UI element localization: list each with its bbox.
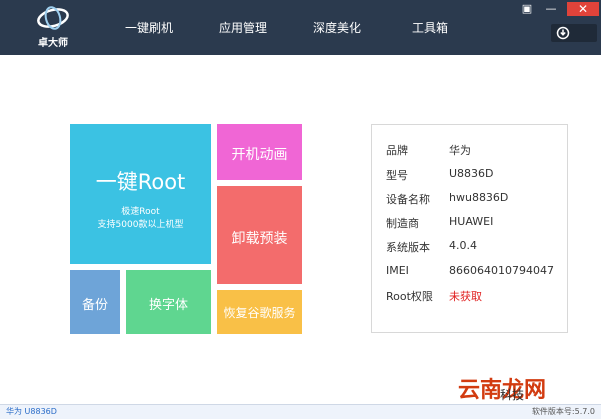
boot-animation-tile[interactable]: 开机动画 [217,124,302,180]
menu-icon[interactable]: ▣ [519,2,535,16]
one-click-root-tile[interactable]: 一键Root 极速Root 支持5000款以上机型 [70,124,211,264]
device-info-panel: 品牌 华为 型号 U8836D 设备名称 hwu8836D 制造商 HUAWEI… [371,124,568,333]
backup-tile[interactable]: 备份 [70,270,120,334]
root-tile-title: 一键Root [95,170,186,194]
device-info-key: 型号 [386,169,408,182]
root-status-value: 未获取 [449,290,482,303]
watermark-subtext: 科技 [500,388,525,402]
nav-item-toolbox[interactable]: 工具箱 [412,19,448,36]
status-software-version: 软件版本号:5.7.0 [531,407,595,416]
boot-animation-label: 开机动画 [231,147,288,163]
restore-google-services-label: 恢复谷歌服务 [223,306,296,320]
top-bar: 卓大师 一键刷机 应用管理 深度美化 工具箱 ▣ — ✕ [0,0,601,55]
minimize-icon[interactable]: — [543,2,559,16]
change-font-label: 换字体 [148,298,188,313]
restore-google-services-tile[interactable]: 恢复谷歌服务 [217,290,302,334]
root-tile-subtitle-speed: 极速Root [121,207,160,217]
device-info-key: 品牌 [386,144,408,157]
device-info-key: 系统版本 [386,241,430,254]
device-info-value: 4.0.4 [449,239,477,252]
change-font-tile[interactable]: 换字体 [126,270,211,334]
device-info-value: 华为 [449,144,471,157]
device-info-value: 866064010794047 [449,264,554,277]
logo-icon [37,6,69,30]
device-info-value: hwu8836D [449,191,509,204]
status-device-name: 华为 U8836D [6,407,57,416]
download-icon [556,26,570,40]
nav-item-flash[interactable]: 一键刷机 [125,19,173,36]
download-manager-button[interactable] [551,24,597,42]
device-info-value: U8836D [449,167,494,180]
uninstall-preinstalled-tile[interactable]: 卸载预装 [217,186,302,284]
root-tile-subtitle-models: 支持5000款以上机型 [97,220,184,230]
nav-item-beautify[interactable]: 深度美化 [313,19,361,36]
logo-text: 卓大师 [38,38,68,49]
device-info-value: HUAWEI [449,215,494,228]
device-info-key: 制造商 [386,217,419,230]
backup-label: 备份 [81,298,108,313]
close-icon[interactable]: ✕ [567,2,599,16]
status-bar: 华为 U8836D 软件版本号:5.7.0 [0,404,601,419]
device-info-key: 设备名称 [386,193,430,206]
device-info-key: Root权限 [386,290,433,303]
device-info-key: IMEI [386,264,409,277]
nav-item-app-manager[interactable]: 应用管理 [219,19,267,36]
uninstall-preinstalled-label: 卸载预装 [231,231,288,247]
